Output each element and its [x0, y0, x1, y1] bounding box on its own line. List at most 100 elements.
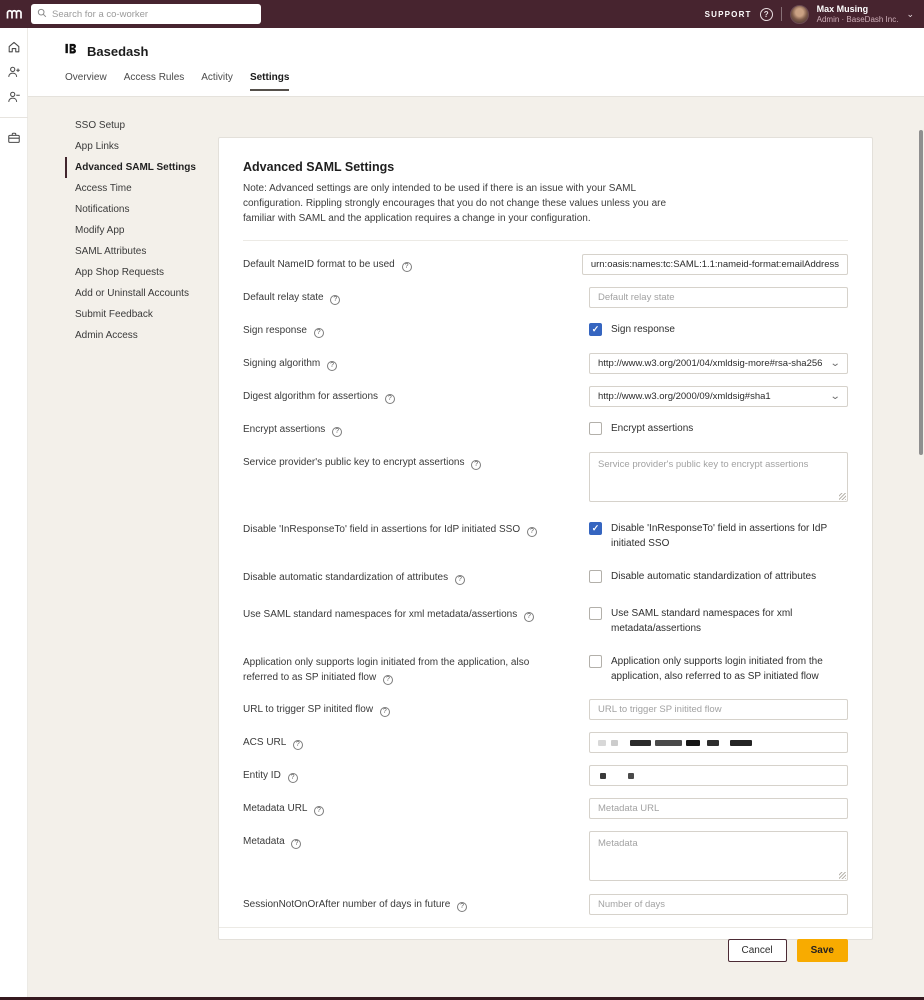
default-relay-state-input[interactable]: Default relay state — [589, 287, 848, 308]
form-row-signing-algorithm: Signing algorithm ?http://www.w3.org/200… — [243, 353, 848, 374]
cancel-button[interactable]: Cancel — [728, 939, 787, 962]
checkbox-label[interactable]: Disable 'InResponseTo' field in assertio… — [611, 521, 848, 551]
question-icon[interactable]: ? — [291, 839, 301, 849]
user-menu[interactable]: Max Musing Admin · BaseDash Inc. — [817, 4, 899, 24]
help-icon[interactable]: ? — [760, 8, 773, 21]
sign-response-checkbox[interactable]: ✓ — [589, 323, 602, 336]
sidebar-item-saml-attributes[interactable]: SAML Attributes — [65, 241, 218, 262]
save-button[interactable]: Save — [797, 939, 848, 962]
sp-initiated-only-control: Application only supports login initiate… — [589, 652, 848, 685]
question-icon[interactable]: ? — [524, 612, 534, 622]
metadata-textarea[interactable]: Metadata — [589, 831, 848, 881]
question-icon[interactable]: ? — [385, 394, 395, 404]
sp-public-key-textarea[interactable]: Service provider's public key to encrypt… — [589, 452, 848, 502]
resize-handle-icon[interactable] — [839, 872, 846, 879]
sidebar-item-app-links[interactable]: App Links — [65, 136, 218, 157]
support-link[interactable]: SUPPORT — [705, 10, 752, 19]
signing-algorithm-select[interactable]: http://www.w3.org/2001/04/xmldsig-more#r… — [589, 353, 848, 374]
field-label: Default relay state — [243, 292, 326, 303]
question-icon[interactable]: ? — [383, 675, 393, 685]
checkbox-label[interactable]: Sign response — [611, 322, 675, 337]
field-label: Use SAML standard namespaces for xml met… — [243, 609, 520, 620]
form-row-sp-public-key: Service provider's public key to encrypt… — [243, 452, 848, 502]
disable-inresponseto-checkbox-row: ✓ Disable 'InResponseTo' field in asserti… — [589, 519, 848, 551]
redacted-block — [628, 773, 634, 779]
sign-response-checkbox-row: ✓ Sign response — [589, 320, 848, 337]
redacted-block — [598, 740, 606, 746]
field-label: Metadata — [243, 836, 287, 847]
digest-algorithm-select[interactable]: http://www.w3.org/2000/09/xmldsig#sha1⌄ — [589, 386, 848, 407]
sidebar-item-submit-feedback[interactable]: Submit Feedback — [65, 304, 218, 325]
tab-overview[interactable]: Overview — [65, 72, 107, 91]
checkbox-label[interactable]: Disable automatic standardization of att… — [611, 569, 816, 584]
sp-initiated-only-checkbox[interactable] — [589, 655, 602, 668]
section-title: Advanced SAML Settings — [243, 160, 848, 174]
question-icon[interactable]: ? — [455, 575, 465, 585]
disable-standardization-checkbox[interactable] — [589, 570, 602, 583]
question-icon[interactable]: ? — [293, 740, 303, 750]
field-label: Sign response — [243, 325, 310, 336]
checkbox-label[interactable]: Encrypt assertions — [611, 421, 693, 436]
encrypt-assertions-checkbox[interactable] — [589, 422, 602, 435]
search-input[interactable]: Search for a co-worker — [31, 4, 261, 24]
question-icon[interactable]: ? — [314, 806, 324, 816]
briefcase-icon[interactable] — [7, 131, 21, 145]
entity-id-control — [589, 765, 848, 786]
saml-namespaces-control: Use SAML standard namespaces for xml met… — [589, 604, 848, 636]
metadata-url-input[interactable]: Metadata URL — [589, 798, 848, 819]
sp-flow-url-label: URL to trigger SP initited flow ? — [243, 699, 589, 720]
session-days-label: SessionNotOnOrAfter number of days in fu… — [243, 894, 589, 915]
checkbox-label[interactable]: Use SAML standard namespaces for xml met… — [611, 606, 848, 636]
default-nameid-format-input[interactable]: urn:oasis:names:tc:SAML:1.1:nameid-forma… — [582, 254, 848, 275]
question-icon[interactable]: ? — [332, 427, 342, 437]
field-label: SessionNotOnOrAfter number of days in fu… — [243, 899, 453, 910]
tab-activity[interactable]: Activity — [201, 72, 233, 91]
sidebar-item-advanced-saml-settings[interactable]: Advanced SAML Settings — [65, 157, 218, 178]
form-row-saml-namespaces: Use SAML standard namespaces for xml met… — [243, 604, 848, 636]
sidebar-item-admin-access[interactable]: Admin Access — [65, 325, 218, 346]
divider — [781, 7, 782, 21]
question-icon[interactable]: ? — [380, 707, 390, 717]
chevron-down-icon[interactable]: ⌄ — [906, 9, 914, 20]
saml-namespaces-checkbox[interactable] — [589, 607, 602, 620]
entity-id-input[interactable] — [589, 765, 848, 786]
user-avatar[interactable] — [790, 5, 809, 24]
redacted-block — [686, 740, 700, 746]
rippling-logo-icon[interactable] — [0, 8, 28, 20]
form-row-default-relay-state: Default relay state ? Default relay state — [243, 287, 848, 308]
question-icon[interactable]: ? — [330, 295, 340, 305]
sidebar-item-sso-setup[interactable]: SSO Setup — [65, 115, 218, 136]
home-icon[interactable] — [7, 40, 21, 54]
question-icon[interactable]: ? — [327, 361, 337, 371]
vertical-scrollbar[interactable] — [919, 130, 923, 455]
disable-standardization-control: Disable automatic standardization of att… — [589, 567, 848, 588]
sidebar-item-notifications[interactable]: Notifications — [65, 199, 218, 220]
session-days-input[interactable]: Number of days — [589, 894, 848, 915]
tab-settings[interactable]: Settings — [250, 72, 289, 91]
acs-url-input[interactable] — [589, 732, 848, 753]
sidebar-item-modify-app[interactable]: Modify App — [65, 220, 218, 241]
tab-access-rules[interactable]: Access Rules — [124, 72, 185, 91]
add-user-icon[interactable] — [7, 65, 21, 79]
disable-inresponseto-control: ✓ Disable 'InResponseTo' field in asserti… — [589, 519, 848, 551]
resize-handle-icon[interactable] — [839, 493, 846, 500]
chevron-down-icon: ⌄ — [829, 358, 840, 369]
textarea-placeholder: Service provider's public key to encrypt… — [598, 459, 808, 470]
question-icon[interactable]: ? — [402, 262, 412, 272]
question-icon[interactable]: ? — [471, 460, 481, 470]
disable-inresponseto-checkbox[interactable]: ✓ — [589, 522, 602, 535]
sidebar-item-add-or-uninstall-accounts[interactable]: Add or Uninstall Accounts — [65, 283, 218, 304]
sp-public-key-control: Service provider's public key to encrypt… — [589, 452, 848, 502]
question-icon[interactable]: ? — [314, 328, 324, 338]
question-icon[interactable]: ? — [527, 527, 537, 537]
sidebar-item-app-shop-requests[interactable]: App Shop Requests — [65, 262, 218, 283]
form-row-disable-standardization: Disable automatic standardization of att… — [243, 567, 848, 588]
question-icon[interactable]: ? — [288, 773, 298, 783]
checkbox-label[interactable]: Application only supports login initiate… — [611, 654, 848, 684]
sp-flow-url-control: URL to trigger SP initited flow — [589, 699, 848, 720]
remove-user-icon[interactable] — [7, 90, 21, 104]
field-label: ACS URL — [243, 737, 289, 748]
sp-flow-url-input[interactable]: URL to trigger SP initited flow — [589, 699, 848, 720]
question-icon[interactable]: ? — [457, 902, 467, 912]
sidebar-item-access-time[interactable]: Access Time — [65, 178, 218, 199]
